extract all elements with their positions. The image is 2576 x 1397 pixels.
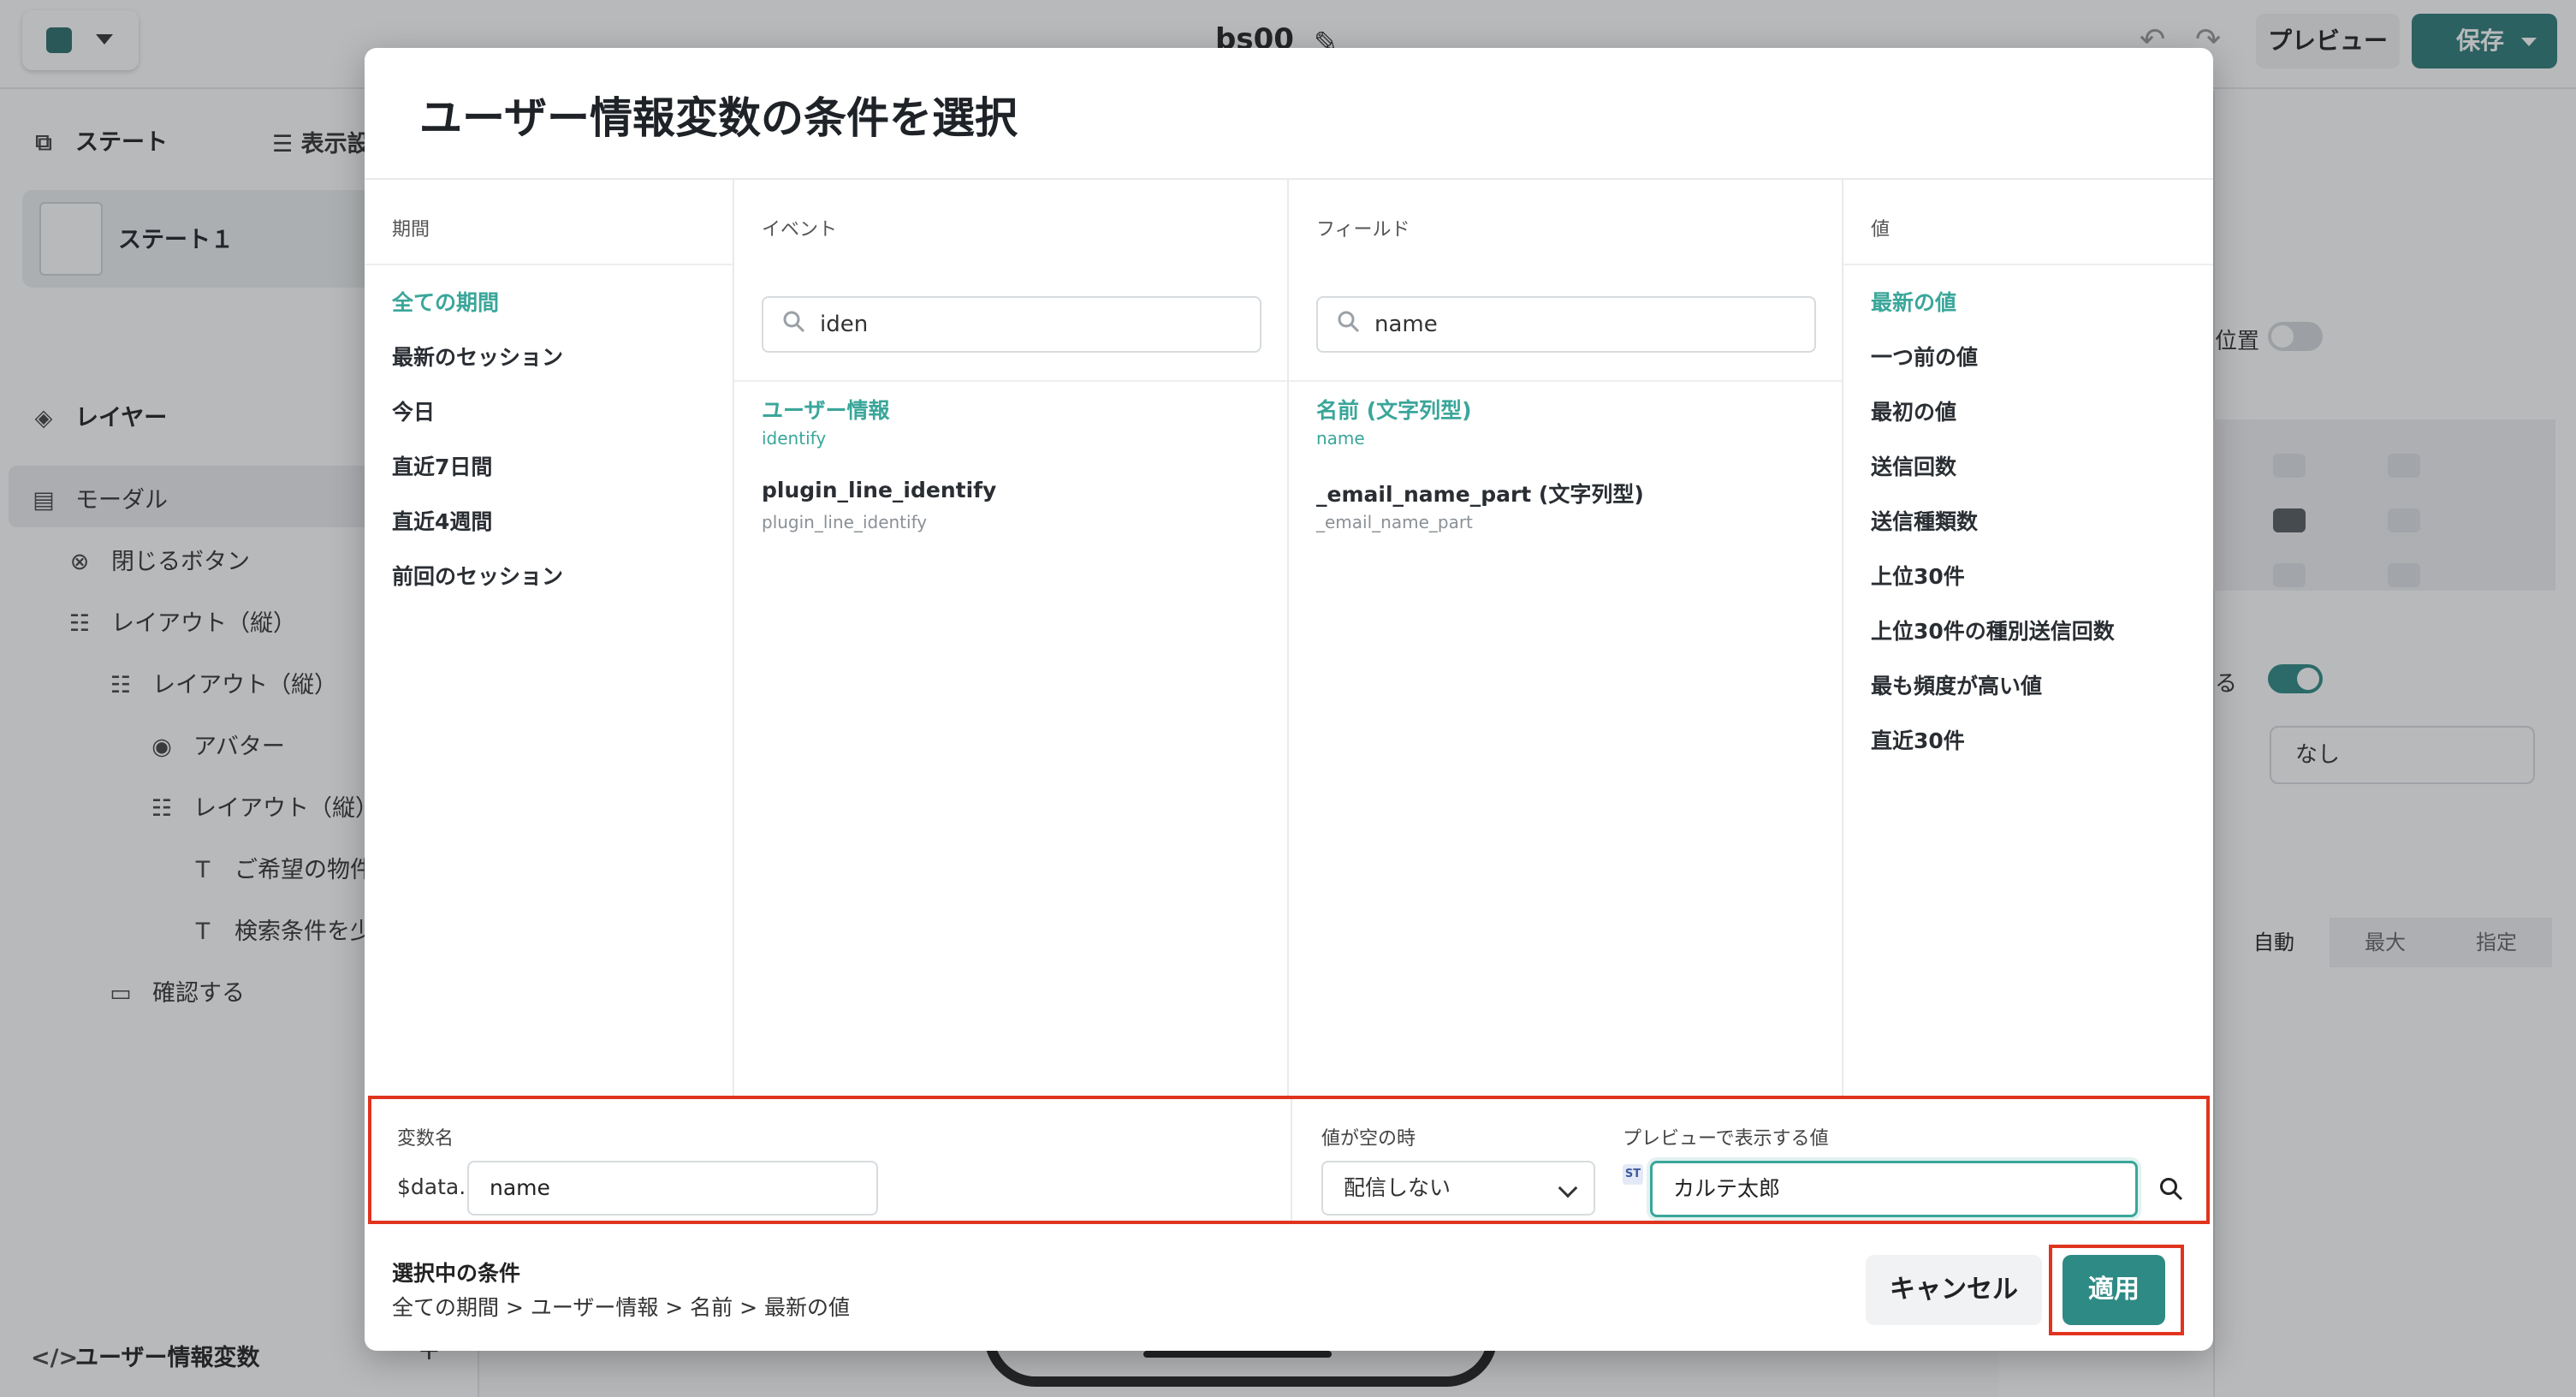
- field-search-input[interactable]: name: [1316, 296, 1816, 353]
- field-search-value: name: [1374, 312, 1438, 337]
- period-option-previous-session[interactable]: 前回のセッション: [392, 560, 563, 591]
- selected-condition-path: 全ての期間 > ユーザー情報 > 名前 > 最新の値: [392, 1295, 851, 1320]
- value-option-send-count[interactable]: 送信回数: [1871, 450, 1956, 481]
- field-item-email-name-part[interactable]: _email_name_part (文字列型): [1316, 478, 1644, 508]
- period-option-today[interactable]: 今日: [392, 395, 435, 426]
- field-column: フィールド name 名前 (文字列型) name _email_name_pa…: [1289, 180, 1843, 1140]
- value-option-top30-counts[interactable]: 上位30件の種別送信回数: [1871, 615, 2115, 645]
- apply-button[interactable]: 適用: [2063, 1255, 2165, 1325]
- value-header: 値: [1871, 219, 1890, 241]
- cancel-button[interactable]: キャンセル: [1866, 1255, 2042, 1325]
- event-search-value: iden: [820, 312, 869, 337]
- field-item-name[interactable]: 名前 (文字列型): [1316, 394, 1472, 425]
- field-item-name-sub: name: [1316, 428, 1365, 449]
- variable-settings: 変数名 $data. name 値が空の時 配信しない プレビューで表示する値 …: [368, 1096, 2210, 1224]
- variable-prefix: $data.: [397, 1174, 466, 1199]
- event-item-identify[interactable]: ユーザー情報: [762, 394, 890, 425]
- period-option-latest-session[interactable]: 最新のセッション: [392, 341, 563, 372]
- divider: [365, 264, 733, 265]
- event-search-input[interactable]: iden: [762, 296, 1261, 353]
- value-option-first[interactable]: 最初の値: [1871, 395, 1956, 426]
- event-header: イベント: [762, 219, 838, 241]
- field-header: フィールド: [1316, 219, 1410, 241]
- string-type-badge: ST: [1623, 1164, 1643, 1185]
- divider: [1289, 380, 1842, 382]
- divider: [734, 380, 1287, 382]
- empty-value-selected: 配信しない: [1344, 1175, 1451, 1200]
- divider: [1843, 264, 2213, 265]
- value-option-recent30[interactable]: 直近30件: [1871, 724, 1965, 755]
- value-option-latest[interactable]: 最新の値: [1871, 286, 1956, 317]
- empty-value-select[interactable]: 配信しない: [1321, 1161, 1595, 1216]
- event-item-identify-sub: identify: [762, 428, 827, 449]
- period-option-4weeks[interactable]: 直近4週間: [392, 505, 492, 536]
- preview-value-label: プレビューで表示する値: [1623, 1128, 1829, 1150]
- period-header: 期間: [392, 219, 430, 241]
- search-icon: [783, 311, 805, 333]
- value-column: 値 最新の値 一つ前の値 最初の値 送信回数 送信種類数 上位30件 上位30件…: [1843, 180, 2213, 1140]
- divider: [1291, 1099, 1292, 1221]
- condition-modal: ユーザー情報変数の条件を選択 期間 全ての期間 最新のセッション 今日 直近7日…: [365, 48, 2213, 1351]
- modal-title: ユーザー情報変数の条件を選択: [419, 93, 1018, 143]
- search-icon: [1338, 311, 1360, 333]
- chevron-down-icon: [1558, 1178, 1578, 1198]
- event-item-plugin-line[interactable]: plugin_line_identify: [762, 478, 996, 502]
- variable-name-label: 変数名: [397, 1128, 454, 1150]
- value-option-previous[interactable]: 一つ前の値: [1871, 341, 1978, 372]
- value-option-top30[interactable]: 上位30件: [1871, 560, 1965, 591]
- selected-condition-title: 選択中の条件: [392, 1261, 521, 1286]
- event-column: イベント iden ユーザー情報 identify plugin_line_id…: [734, 180, 1289, 1140]
- value-option-send-kinds[interactable]: 送信種類数: [1871, 505, 1978, 536]
- period-column: 期間 全ての期間 最新のセッション 今日 直近7日間 直近4週間 前回のセッショ…: [365, 180, 734, 1140]
- search-icon[interactable]: [2158, 1176, 2184, 1202]
- preview-value-input[interactable]: カルテ太郎: [1650, 1161, 2138, 1217]
- period-option-7days[interactable]: 直近7日間: [392, 450, 492, 481]
- period-option-all[interactable]: 全ての期間: [392, 286, 499, 317]
- event-item-plugin-line-sub: plugin_line_identify: [762, 512, 928, 532]
- field-item-email-name-part-sub: _email_name_part: [1316, 512, 1473, 532]
- empty-value-label: 値が空の時: [1321, 1128, 1416, 1150]
- value-option-most-frequent[interactable]: 最も頻度が高い値: [1871, 669, 2042, 700]
- variable-name-input[interactable]: name: [467, 1161, 878, 1216]
